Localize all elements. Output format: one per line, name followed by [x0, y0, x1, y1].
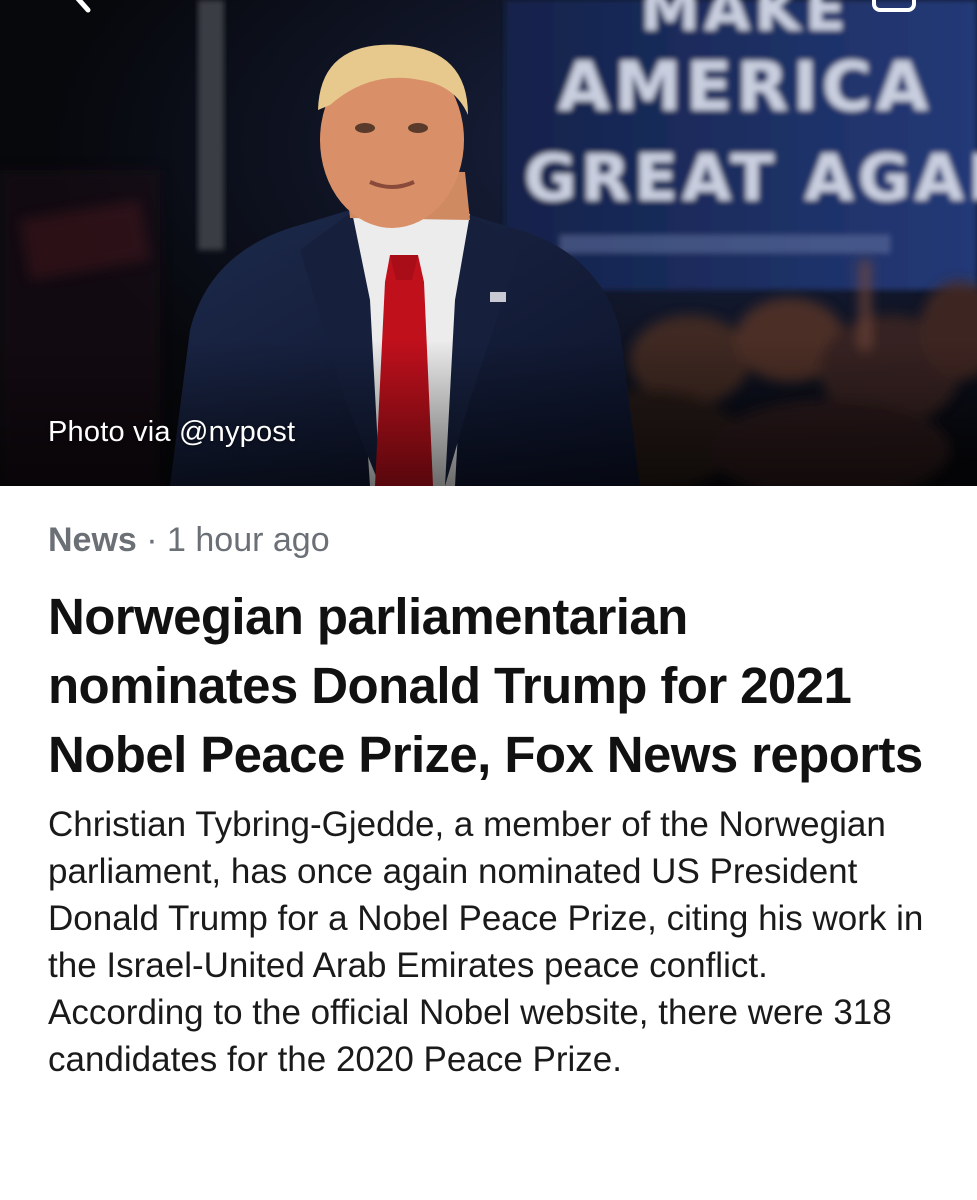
back-chevron-icon[interactable] [58, 0, 102, 14]
meta-separator: · [136, 521, 168, 559]
article-meta: News · 1 hour ago [48, 518, 948, 562]
photo-credit: Photo via @nypost [48, 416, 296, 448]
hero-photo[interactable]: AMERICA GREAT AGAI MAKE [0, 0, 977, 486]
article-content: News · 1 hour ago Norwegian parliamentar… [48, 518, 948, 1083]
article-headline[interactable]: Norwegian parliamentarian nominates Dona… [48, 582, 948, 789]
timestamp: 1 hour ago [167, 521, 330, 559]
share-icon[interactable] [871, 0, 917, 14]
hero-photo-illustration: AMERICA GREAT AGAI MAKE [0, 0, 977, 486]
category-label[interactable]: News [48, 521, 137, 559]
article-page: AMERICA GREAT AGAI MAKE [0, 0, 977, 1200]
article-summary: Christian Tybring-Gjedde, a member of th… [48, 805, 924, 1079]
